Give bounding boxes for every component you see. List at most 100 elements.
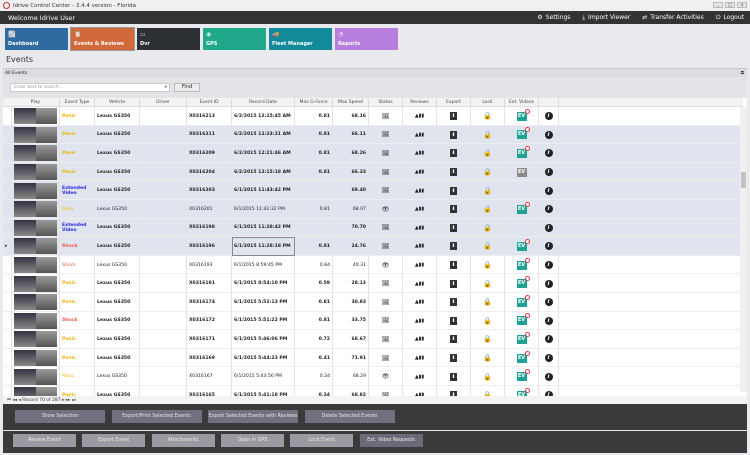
info-icon[interactable]: i — [544, 112, 553, 121]
play-cell[interactable] — [12, 255, 60, 275]
reviews-cell[interactable]: ▲▮▮ — [403, 107, 437, 126]
lock-icon[interactable]: 🔒 — [483, 149, 492, 157]
play-cell[interactable] — [12, 367, 60, 386]
column-header-event-type[interactable]: Event Type — [60, 98, 95, 107]
column-header-ext-videos[interactable]: Ext. Videos — [505, 98, 539, 107]
close-button[interactable]: × — [737, 2, 747, 8]
row-indicator[interactable] — [3, 144, 12, 163]
open-in-gps-button[interactable]: Open in GPS — [220, 434, 284, 447]
reviews-cell[interactable]: ▲▮▮ — [403, 162, 437, 182]
reviews-cell[interactable]: ▲▮▮ — [403, 274, 437, 293]
info-cell[interactable]: i — [539, 274, 559, 293]
video-thumbnail[interactable] — [14, 182, 57, 199]
export-print-selected-events-button[interactable]: Export/Print Selected Events — [111, 410, 202, 423]
tile-gps[interactable]: ◉ GPS — [203, 28, 266, 50]
table-row[interactable]: Panic Lexus GS350 X0316201 6/1/2015 11:42:3… — [3, 200, 741, 219]
export-icon[interactable]: ⬇ — [450, 205, 457, 214]
info-cell[interactable]: i — [539, 162, 559, 182]
table-row[interactable]: Shock Lexus GS350 X0316193 6/1/2015 8:59:45… — [3, 255, 741, 275]
lock-cell[interactable]: 🔒 — [471, 255, 505, 275]
info-icon[interactable]: i — [544, 316, 553, 325]
ext-videos-cell[interactable]: EV — [505, 200, 539, 219]
ev-icon[interactable]: EV — [516, 145, 530, 158]
ev-icon[interactable]: EV — [516, 331, 530, 344]
table-row[interactable]: Panic Lexus GS350 X0316191 6/1/2015 8:54:10… — [3, 274, 741, 293]
ext-videos-cell[interactable]: EV — [505, 107, 539, 126]
search-input[interactable]: Enter text to search... ▾ — [10, 83, 170, 92]
table-row[interactable]: Extended Video Lexus GS350 X0316203 6/1/201… — [3, 181, 741, 200]
row-indicator[interactable] — [3, 330, 12, 349]
export-cell[interactable]: ⬇ — [437, 200, 471, 219]
table-row[interactable]: ▸ Shock Lexus GS350 X0316196 6/1/2015 11:28:… — [3, 237, 741, 256]
info-icon[interactable]: i — [544, 186, 553, 195]
info-icon[interactable]: i — [544, 372, 553, 381]
info-icon[interactable]: i — [544, 205, 553, 214]
lock-icon[interactable]: 🔒 — [483, 298, 492, 306]
column-header-record-date[interactable]: Record Date — [232, 98, 295, 107]
lock-icon[interactable]: 🔒 — [483, 168, 492, 176]
ext-videos-cell[interactable]: EV — [505, 311, 539, 331]
ev-icon[interactable]: EV — [516, 201, 530, 214]
reviews-cell[interactable]: ▲▮▮ — [403, 348, 437, 368]
info-cell[interactable]: i — [539, 200, 559, 219]
reviews-cell[interactable]: ▲▮▮ — [403, 125, 437, 145]
export-icon[interactable]: ⬇ — [450, 223, 457, 232]
export-cell[interactable]: ⬇ — [437, 237, 471, 256]
ev-icon[interactable]: EV — [516, 108, 530, 121]
review-event-button[interactable]: Review Event — [13, 434, 76, 447]
lock-event-button[interactable]: Lock Event — [290, 434, 354, 447]
play-cell[interactable] — [12, 293, 60, 312]
export-icon[interactable]: ⬇ — [450, 186, 457, 195]
info-cell[interactable]: i — [539, 107, 559, 126]
lock-cell[interactable]: 🔒 — [471, 274, 505, 293]
column-header-info[interactable] — [539, 98, 559, 107]
lock-icon[interactable]: 🔒 — [483, 373, 492, 381]
table-row[interactable]: Panic Lexus GS350 X0316167 6/1/2015 5:43:56… — [3, 367, 741, 386]
topnav-logout[interactable]: ⏻ Logout — [716, 14, 744, 22]
export-cell[interactable]: ⬇ — [437, 107, 471, 126]
row-indicator[interactable] — [3, 367, 12, 386]
info-icon[interactable]: i — [544, 130, 553, 139]
row-indicator[interactable] — [3, 311, 12, 331]
lock-cell[interactable]: 🔒 — [471, 181, 505, 200]
row-indicator[interactable] — [3, 125, 12, 145]
column-header-max-g-force[interactable]: Max G-Force — [295, 98, 333, 107]
reviews-chart-icon[interactable]: ▲▮▮ — [415, 355, 424, 361]
info-cell[interactable]: i — [539, 255, 559, 275]
video-thumbnail[interactable] — [14, 294, 57, 311]
row-indicator[interactable] — [3, 255, 12, 275]
tile-events-reviews[interactable]: 📋 Events & Reviews — [70, 27, 135, 51]
info-icon[interactable]: i — [544, 354, 553, 363]
scroll-thumb[interactable] — [741, 172, 746, 188]
export-icon[interactable]: ⬇ — [450, 279, 457, 288]
play-cell[interactable] — [12, 274, 60, 293]
lock-icon[interactable]: 🔒 — [483, 280, 492, 288]
video-thumbnail[interactable] — [14, 219, 57, 236]
table-row[interactable]: Shock Lexus GS350 X0316172 6/1/2015 5:51:22… — [3, 311, 741, 331]
ev-icon[interactable]: EV — [516, 294, 530, 307]
lock-cell[interactable]: 🔒 — [471, 311, 505, 331]
export-icon[interactable]: ⬇ — [450, 242, 457, 251]
reviews-chart-icon[interactable]: ▲▮▮ — [415, 374, 424, 380]
play-cell[interactable] — [12, 330, 60, 349]
export-cell[interactable]: ⬇ — [437, 162, 471, 182]
lock-cell[interactable]: 🔒 — [471, 107, 505, 126]
play-cell[interactable] — [12, 237, 60, 256]
reviews-chart-icon[interactable]: ▲▮▮ — [415, 299, 424, 305]
ext-videos-cell[interactable] — [505, 181, 539, 200]
export-cell[interactable]: ⬇ — [437, 330, 471, 349]
ext-videos-cell[interactable]: EV — [505, 330, 539, 349]
row-indicator[interactable] — [3, 218, 12, 238]
table-row[interactable]: Panic Lexus GS350 X0316213 6/2/2015 12:25:4… — [3, 107, 741, 126]
table-row[interactable]: Extended Video Lexus GS350 X0316198 6/1/201… — [3, 218, 741, 238]
play-cell[interactable] — [12, 144, 60, 163]
reviews-cell[interactable]: ▲▮▮ — [403, 144, 437, 163]
info-icon[interactable]: i — [544, 168, 553, 177]
last-page-button[interactable]: ⏭ — [70, 398, 76, 403]
dropdown-arrow-icon[interactable]: ▾ — [165, 85, 167, 90]
ev-icon[interactable]: EV — [516, 257, 530, 270]
ext-videos-cell[interactable]: EV — [505, 274, 539, 293]
reviews-chart-icon[interactable]: ▲▮▮ — [415, 318, 424, 324]
lock-cell[interactable]: 🔒 — [471, 293, 505, 312]
ev-icon[interactable]: EV — [516, 127, 530, 140]
